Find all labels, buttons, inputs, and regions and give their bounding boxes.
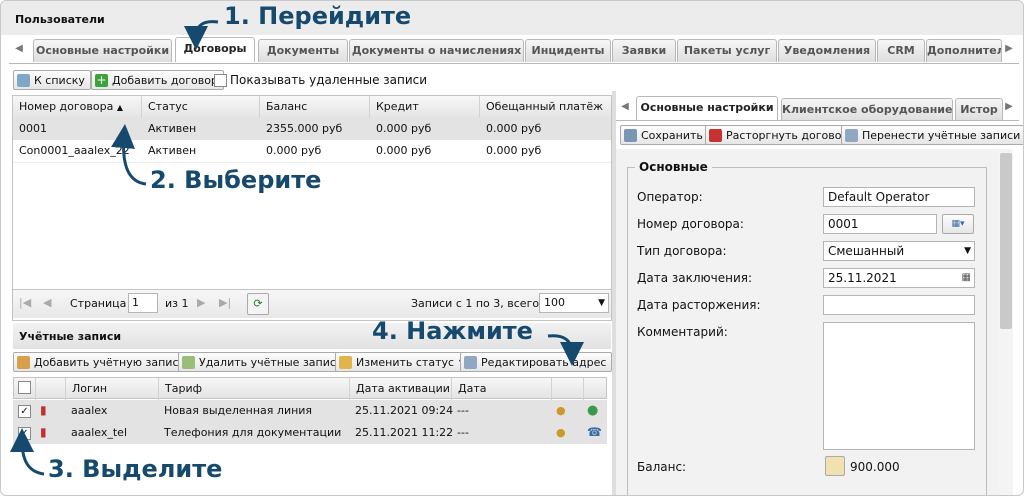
arrow-step3: [10, 428, 45, 476]
arrow-step1: [184, 20, 219, 50]
annotation-arrows: [10, 20, 584, 476]
arrow-step2: [111, 124, 147, 186]
arrow-step4: [547, 334, 584, 366]
